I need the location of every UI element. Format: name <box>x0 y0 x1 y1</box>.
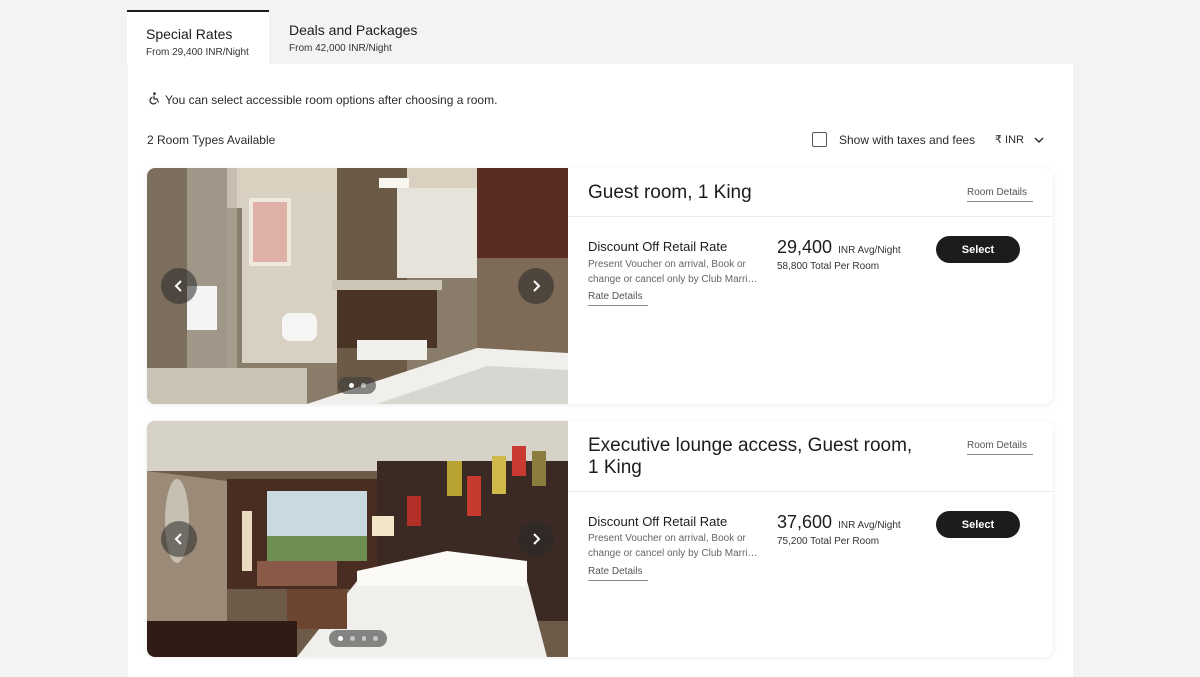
room-name: Executive lounge access, Guest room, 1 K… <box>588 435 913 478</box>
rate-description: Present Voucher on arrival, Book or chan… <box>588 533 758 559</box>
total-price: 58,800 Total Per Room <box>777 261 880 272</box>
tab-deals-and-packages[interactable]: Deals and Packages From 42,000 INR/Night <box>289 8 469 64</box>
tab-title: Deals and Packages <box>289 22 418 38</box>
chevron-left-icon <box>174 533 182 545</box>
rate-details-link[interactable]: Rate Details <box>588 566 648 581</box>
chevron-right-icon <box>533 280 541 292</box>
carousel-dots <box>338 377 376 394</box>
price-amount: 37,600 <box>777 512 833 532</box>
room-card: Guest room, 1 King Room Details Discount… <box>147 168 1053 404</box>
tab-subtitle: From 29,400 INR/Night <box>146 47 249 58</box>
price-amount: 29,400 <box>777 237 833 257</box>
room-photo <box>147 168 568 404</box>
divider <box>568 491 1053 492</box>
carousel-dot[interactable] <box>338 636 343 641</box>
carousel-dot[interactable] <box>361 636 367 641</box>
select-button[interactable]: Select <box>936 511 1020 538</box>
carousel-next-button[interactable] <box>518 521 554 557</box>
taxes-label: Show with taxes and fees <box>839 132 976 147</box>
carousel-dot[interactable] <box>348 383 354 388</box>
room-photo <box>147 421 568 657</box>
carousel-next-button[interactable] <box>518 268 554 304</box>
currency-selector[interactable]: ₹ INR <box>995 133 1044 146</box>
room-card: Executive lounge access, Guest room, 1 K… <box>147 421 1053 657</box>
tab-subtitle: From 42,000 INR/Night <box>289 43 392 54</box>
total-price: 75,200 Total Per Room <box>777 536 880 547</box>
carousel-prev-button[interactable] <box>161 521 197 557</box>
price-unit: INR Avg/Night <box>838 245 901 256</box>
accessibility-text: You can select accessible room options a… <box>165 93 498 107</box>
rate-name: Discount Off Retail Rate <box>588 239 728 254</box>
price-unit: INR Avg/Night <box>838 520 901 531</box>
accessibility-note: You can select accessible room options a… <box>148 92 497 108</box>
tab-special-rates[interactable]: Special Rates From 29,400 INR/Night <box>127 10 269 66</box>
tax-toggle[interactable]: Show with taxes and fees <box>812 132 975 147</box>
chevron-down-icon <box>1034 134 1044 146</box>
wheelchair-icon <box>148 92 160 108</box>
tab-title: Special Rates <box>146 26 233 42</box>
price: 29,400 INR Avg/Night <box>777 237 901 258</box>
rate-description: Present Voucher on arrival, Book or chan… <box>588 259 758 285</box>
chevron-right-icon <box>533 533 541 545</box>
rate-details-link[interactable]: Rate Details <box>588 291 648 306</box>
divider <box>568 216 1053 217</box>
currency-label: ₹ INR <box>995 134 1024 146</box>
carousel-dot[interactable] <box>373 636 378 641</box>
carousel-dots <box>329 630 387 647</box>
room-details-link[interactable]: Room Details <box>967 440 1033 455</box>
chevron-left-icon <box>174 280 182 292</box>
carousel-dot[interactable] <box>349 636 355 641</box>
room-count: 2 Room Types Available <box>147 133 276 147</box>
rate-name: Discount Off Retail Rate <box>588 514 728 529</box>
price: 37,600 INR Avg/Night <box>777 512 901 533</box>
carousel-dot[interactable] <box>360 383 366 388</box>
select-button[interactable]: Select <box>936 236 1020 263</box>
carousel-prev-button[interactable] <box>161 268 197 304</box>
room-details-link[interactable]: Room Details <box>967 187 1033 202</box>
room-name: Guest room, 1 King <box>588 182 752 203</box>
taxes-checkbox[interactable] <box>812 132 827 147</box>
